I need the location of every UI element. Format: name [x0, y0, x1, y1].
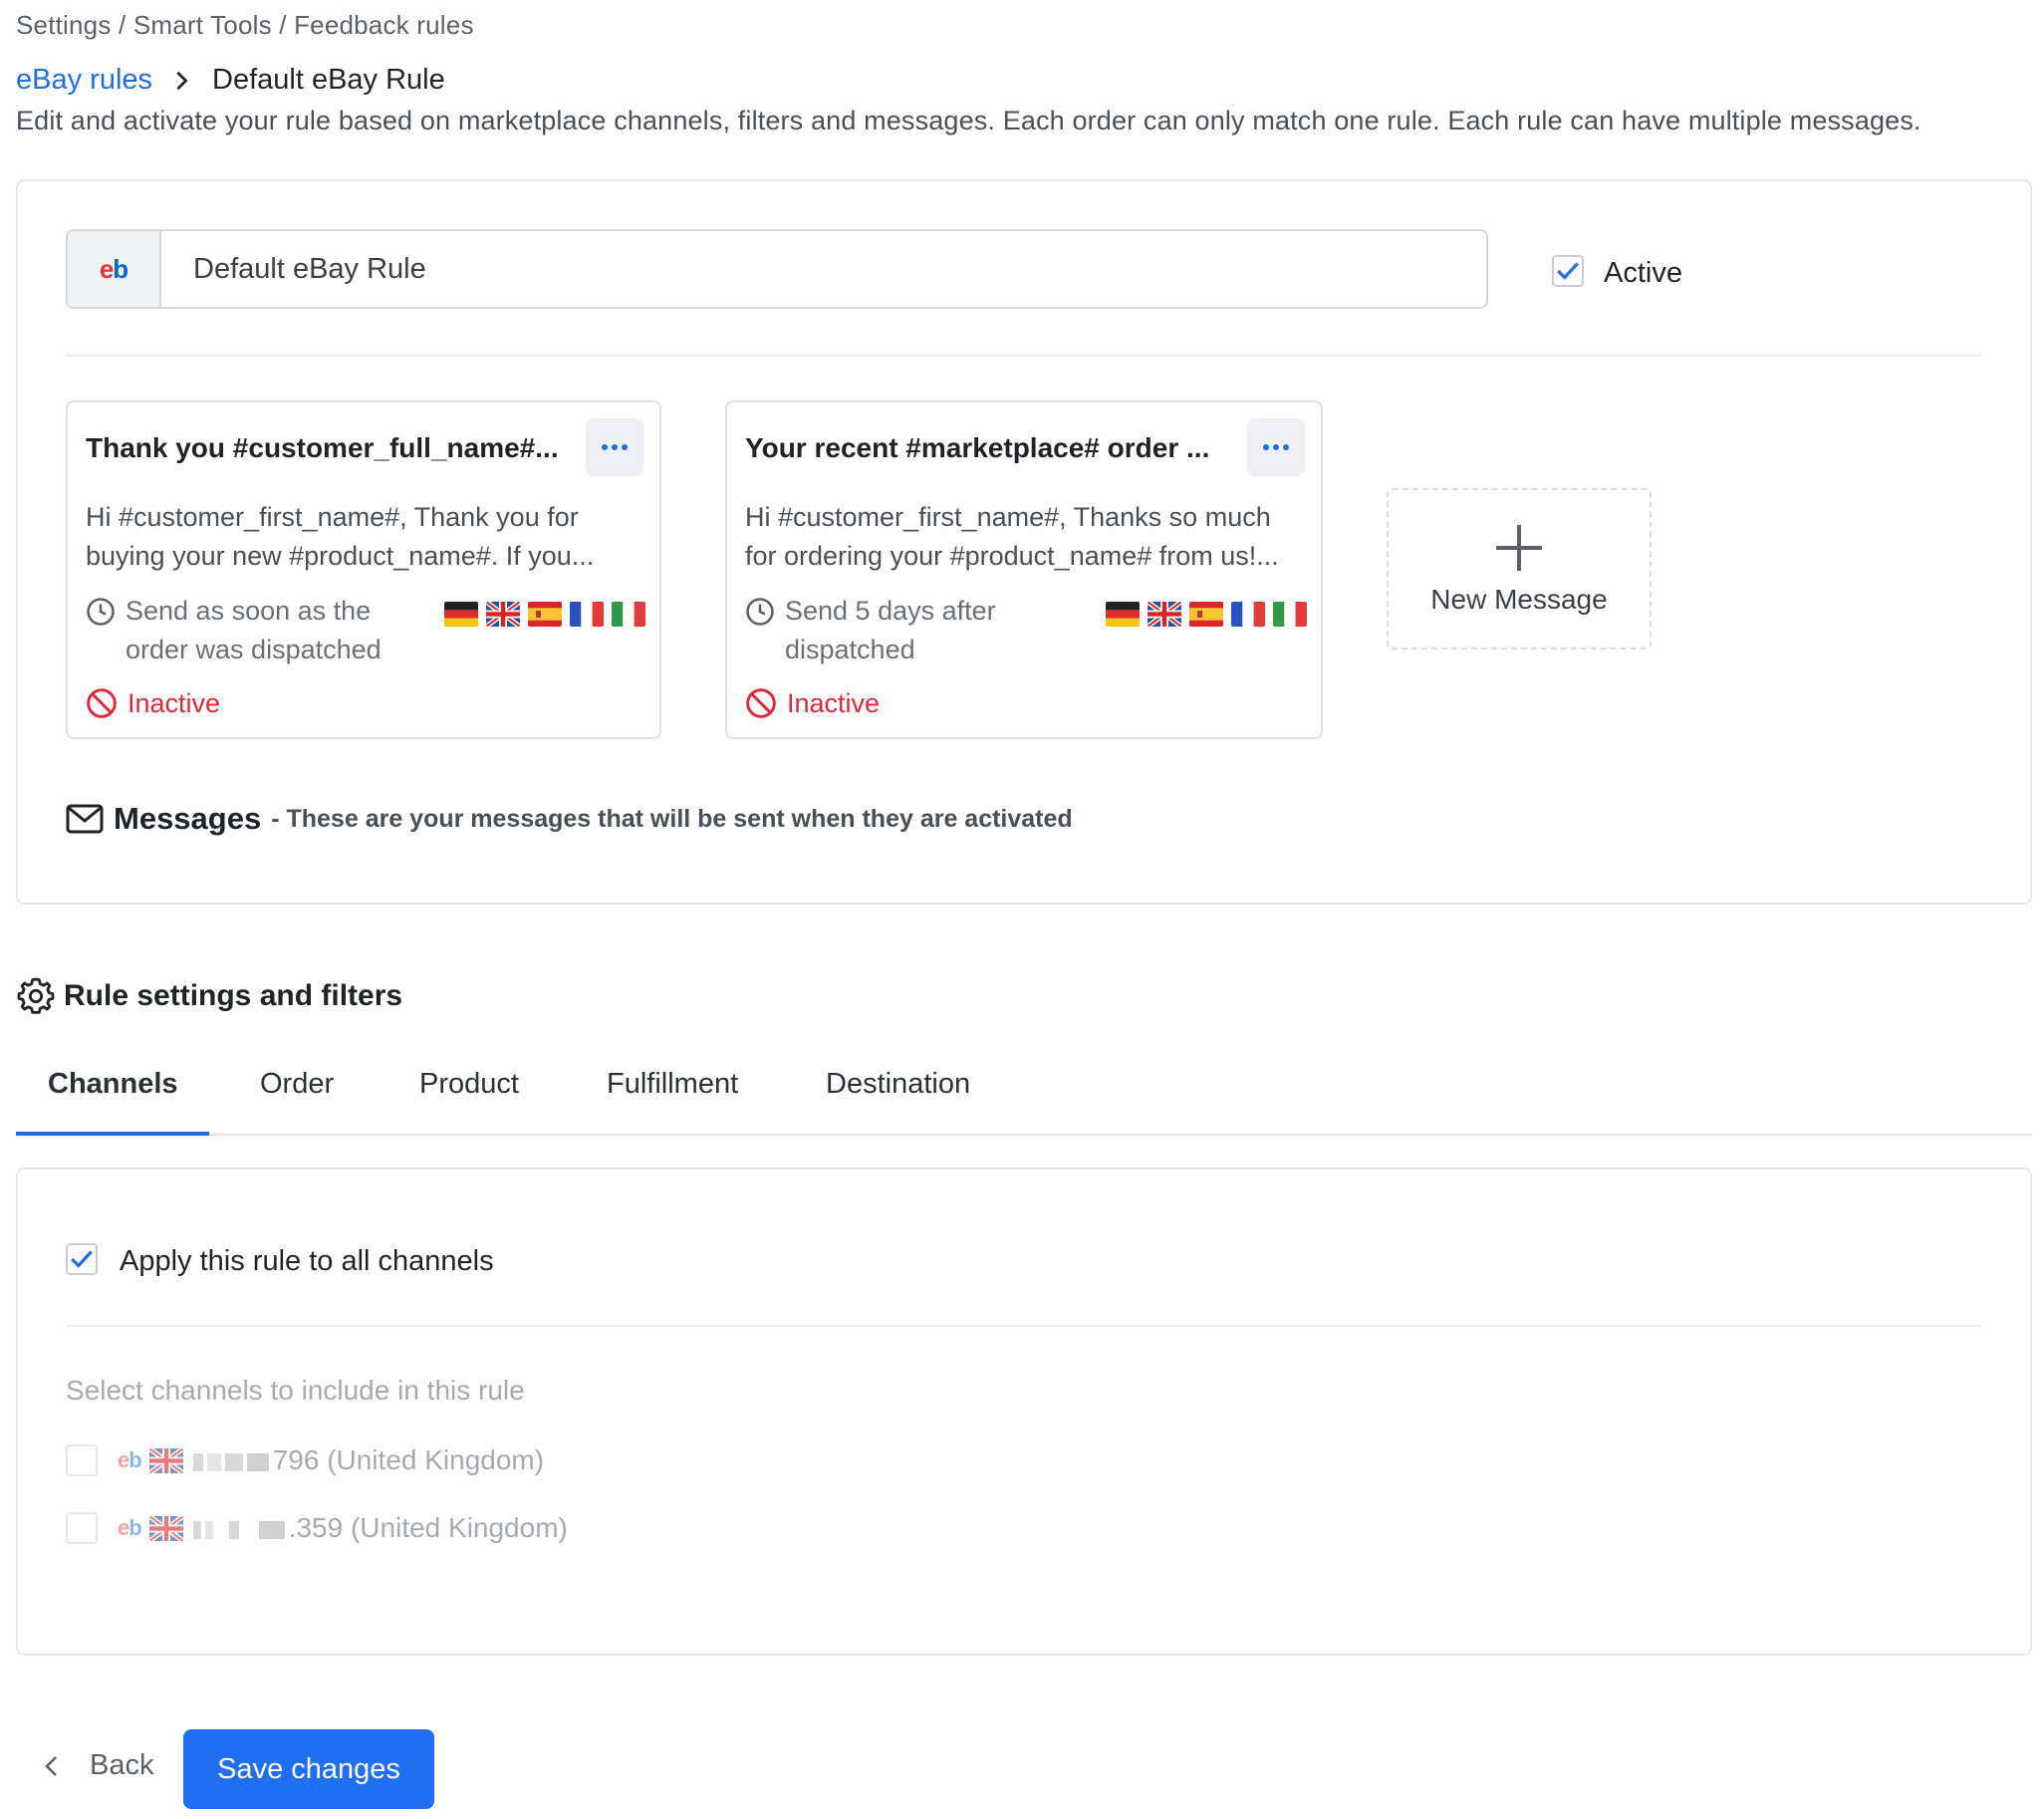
prohibited-icon	[746, 688, 776, 718]
active-checkbox[interactable]	[1552, 255, 1584, 287]
channels-card	[16, 1168, 2032, 1656]
ebay-rules-link[interactable]: eBay rules	[16, 64, 152, 97]
more-options-button[interactable]	[1247, 418, 1305, 476]
tab-fulfillment[interactable]: Fulfillment	[607, 1068, 738, 1101]
flag-france-icon	[1231, 602, 1265, 627]
page-title-row: eBay rules Default eBay Rule	[16, 64, 445, 97]
prohibited-icon	[87, 688, 117, 718]
flag-spain-icon	[528, 602, 562, 627]
page-title: Default eBay Rule	[212, 64, 445, 96]
message-preview: Hi #customer_first_name#, Thanks so much…	[745, 502, 1279, 571]
back-button[interactable]: Back	[40, 1749, 153, 1782]
flag-germany-icon	[1106, 602, 1140, 627]
messages-heading: Messages - These are your messages that …	[66, 801, 1073, 837]
clock-icon	[87, 598, 115, 626]
flag-italy-icon	[612, 602, 645, 627]
envelope-icon	[66, 804, 104, 834]
message-title: Your recent #marketplace# order ...	[745, 432, 1210, 463]
clock-icon	[746, 598, 774, 626]
save-changes-button[interactable]: Save changes	[183, 1729, 434, 1809]
message-status: Inactive	[745, 687, 880, 719]
language-flags	[1106, 602, 1307, 627]
rule-name-field[interactable]: eb Default eBay Rule	[66, 229, 1488, 309]
breadcrumb: Settings / Smart Tools / Feedback rules	[16, 10, 474, 40]
flag-italy-icon	[1273, 602, 1307, 627]
message-preview: Hi #customer_first_name#, Thank you for …	[86, 502, 595, 571]
ebay-logo-icon: eb	[118, 1515, 142, 1540]
apply-all-channels-checkbox[interactable]	[66, 1243, 98, 1275]
messages-subtitle: - These are your messages that will be s…	[271, 804, 1073, 833]
message-schedule: Send 5 days after dispatched	[745, 592, 996, 669]
page-description: Edit and activate your rule based on mar…	[16, 106, 1921, 135]
channel-checkbox[interactable]	[66, 1512, 98, 1544]
channel-name: 796 (United Kingdom)	[272, 1444, 545, 1475]
flag-uk-icon	[148, 1447, 183, 1473]
back-label: Back	[90, 1749, 154, 1781]
flag-germany-icon	[444, 602, 478, 627]
flag-uk-icon	[1148, 602, 1181, 627]
channel-checkbox[interactable]	[66, 1444, 98, 1476]
checkmark-icon	[71, 1250, 93, 1268]
ebay-logo-icon: eb	[118, 1447, 142, 1472]
tab-channels[interactable]: Channels	[48, 1068, 178, 1101]
flag-uk-icon	[148, 1515, 183, 1541]
more-options-button[interactable]	[586, 418, 643, 476]
message-schedule: Send as soon as the order was dispatched	[86, 592, 382, 669]
tab-order[interactable]: Order	[260, 1068, 334, 1101]
tab-destination[interactable]: Destination	[826, 1068, 970, 1101]
gear-icon	[17, 977, 55, 1014]
ellipsis-icon	[1263, 444, 1289, 450]
channel-name: .359 (United Kingdom)	[288, 1512, 568, 1543]
flag-spain-icon	[1189, 602, 1223, 627]
rule-settings-heading: Rule settings and filters	[16, 976, 402, 1016]
settings-tabs: Channels Order Product Fulfillment Desti…	[16, 1058, 2032, 1136]
messages-title: Messages	[114, 801, 262, 836]
message-status: Inactive	[86, 687, 220, 719]
ellipsis-icon	[602, 444, 628, 450]
rule-settings-title: Rule settings and filters	[64, 979, 403, 1012]
plus-icon	[1496, 525, 1542, 571]
language-flags	[444, 602, 645, 627]
flag-uk-icon	[486, 602, 520, 627]
new-message-label: New Message	[1430, 584, 1608, 615]
chevron-right-icon	[176, 71, 188, 90]
chevron-left-icon	[45, 1755, 57, 1776]
flag-france-icon	[570, 602, 604, 627]
divider	[66, 1325, 1982, 1327]
active-label: Active	[1604, 257, 1682, 289]
message-card[interactable]: Thank you #customer_full_name#... Hi #cu…	[66, 400, 661, 739]
new-message-button[interactable]: New Message	[1387, 488, 1652, 650]
channel-option[interactable]: eb .359 (United Kingdom)	[66, 1512, 568, 1544]
select-channels-label: Select channels to include in this rule	[66, 1375, 525, 1406]
active-tab-indicator	[16, 1132, 209, 1136]
rule-name-input[interactable]: Default eBay Rule	[161, 231, 1486, 307]
ebay-logo-icon: eb	[68, 231, 161, 307]
message-title: Thank you #customer_full_name#...	[86, 432, 559, 463]
redacted-id	[192, 1444, 273, 1476]
apply-all-channels-label: Apply this rule to all channels	[120, 1245, 494, 1277]
redacted-id	[192, 1512, 289, 1544]
channel-option[interactable]: eb 796 (United Kingdom)	[66, 1444, 544, 1476]
message-card[interactable]: Your recent #marketplace# order ... Hi #…	[725, 400, 1323, 739]
divider	[66, 355, 1982, 357]
tab-product[interactable]: Product	[419, 1068, 519, 1101]
checkmark-icon	[1557, 262, 1579, 280]
